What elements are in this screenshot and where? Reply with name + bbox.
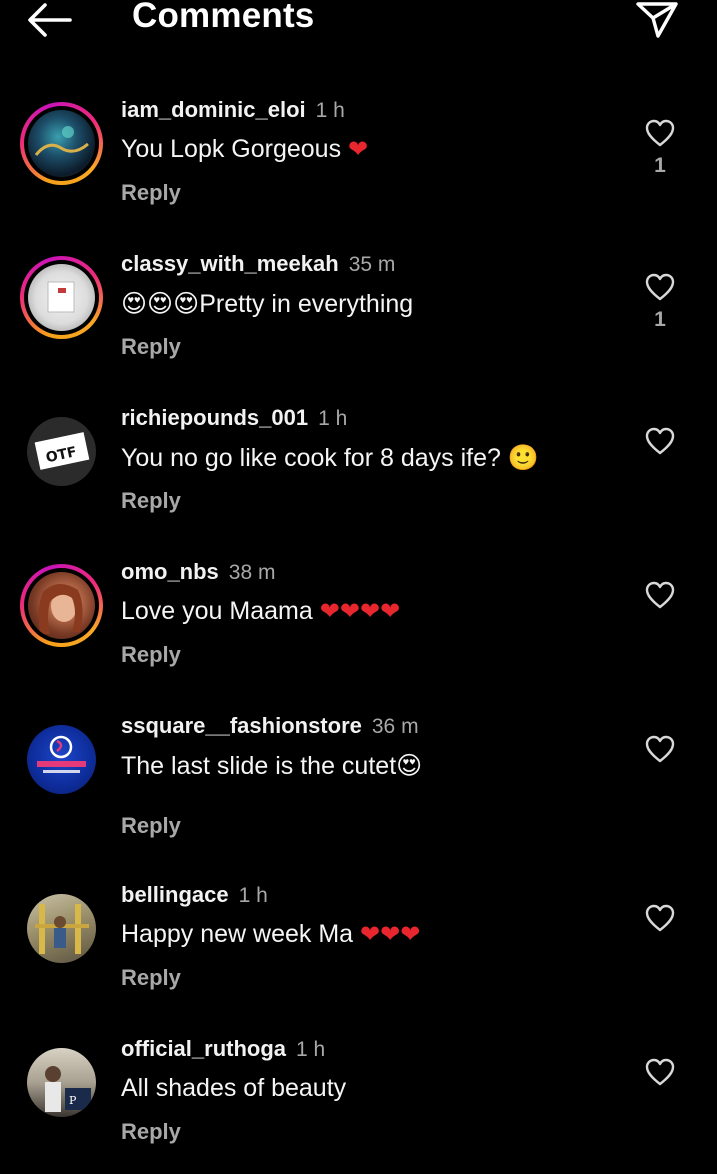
comment-username[interactable]: iam_dominic_eloi 1 h — [121, 97, 345, 123]
comment-username[interactable]: omo_nbs 38 m — [121, 559, 275, 585]
comment-time: 1 h — [318, 407, 348, 430]
arrow-left-icon[interactable] — [26, 2, 72, 38]
reply-button[interactable]: Reply — [121, 488, 181, 514]
like-count: 1 — [654, 154, 666, 177]
like-heart-icon[interactable] — [645, 735, 675, 763]
paper-plane-icon[interactable] — [634, 0, 680, 40]
reply-button[interactable]: Reply — [121, 334, 181, 360]
comment-time: 36 m — [371, 715, 419, 738]
reply-button[interactable]: Reply — [121, 642, 181, 668]
avatar[interactable] — [20, 102, 103, 185]
like-heart-icon[interactable] — [645, 904, 675, 932]
avatar[interactable]: P — [27, 1048, 96, 1117]
heart-emoji: ❤❤❤❤ — [319, 597, 401, 625]
avatar[interactable] — [27, 894, 96, 963]
comment-item: classy_with_meekah 35 m 😍😍😍Pretty in ever… — [0, 251, 717, 406]
comment-username[interactable]: official_ruthoga 1 h — [121, 1036, 325, 1062]
avatar[interactable]: OTF — [27, 417, 96, 486]
comment-item: ssquare__fashionstore 36 m The last slide… — [0, 713, 717, 868]
comment-time: 35 m — [348, 253, 396, 276]
heart-eyes-emoji: 😍😍😍 — [121, 289, 200, 318]
comment-item: P official_ruthoga 1 h All shades of beau… — [0, 1036, 717, 1174]
heart-eyes-emoji: 😍 — [396, 751, 423, 780]
comment-time: 38 m — [228, 561, 276, 584]
comment-text: Happy new week Ma ❤❤❤ — [121, 920, 421, 948]
like-heart-icon[interactable] — [645, 1058, 675, 1086]
like-heart-icon[interactable] — [645, 119, 675, 147]
like-count: 1 — [654, 308, 666, 331]
reply-button[interactable]: Reply — [121, 1119, 181, 1145]
comment-text: You no go like cook for 8 days ife? 🙂 — [121, 443, 539, 472]
comment-text: You Lopk Gorgeous ❤ — [121, 135, 369, 163]
comment-text: The last slide is the cutet😍 — [121, 751, 423, 780]
like-heart-icon[interactable] — [645, 273, 675, 301]
comment-username[interactable]: richiepounds_001 1 h — [121, 405, 347, 431]
like-heart-icon[interactable] — [645, 581, 675, 609]
comment-text: 😍😍😍Pretty in everything — [121, 289, 414, 318]
comment-time: 1 h — [315, 99, 345, 122]
comments-screen: Comments iam_dominic_eloi 1 h You Lopk Go… — [0, 0, 717, 1174]
comment-username[interactable]: classy_with_meekah 35 m — [121, 251, 395, 277]
comment-item: omo_nbs 38 m Love you Maama ❤❤❤❤ Reply — [0, 559, 717, 714]
reply-button[interactable]: Reply — [121, 965, 181, 991]
comment-text: All shades of beauty — [121, 1074, 347, 1102]
avatar[interactable] — [27, 725, 96, 794]
comment-username[interactable]: ssquare__fashionstore 36 m — [121, 713, 419, 739]
reply-button[interactable]: Reply — [121, 813, 181, 839]
heart-emoji: ❤❤❤ — [360, 920, 421, 948]
smile-emoji: 🙂 — [507, 443, 539, 472]
page-title: Comments — [132, 0, 315, 35]
avatar[interactable] — [20, 256, 103, 339]
svg-text:P: P — [69, 1094, 77, 1107]
comment-text: Love you Maama ❤❤❤❤ — [121, 597, 401, 625]
heart-emoji: ❤ — [348, 135, 369, 163]
comment-username[interactable]: bellingace 1 h — [121, 882, 268, 908]
comment-item: bellingace 1 h Happy new week Ma ❤❤❤ Repl… — [0, 882, 717, 1037]
header: Comments — [0, 0, 717, 60]
reply-button[interactable]: Reply — [121, 180, 181, 206]
comment-time: 1 h — [238, 884, 268, 907]
like-heart-icon[interactable] — [645, 427, 675, 455]
comment-item: OTF richiepounds_001 1 h You no go like c… — [0, 405, 717, 560]
comment-time: 1 h — [296, 1038, 326, 1061]
avatar[interactable] — [20, 564, 103, 647]
comment-item: iam_dominic_eloi 1 h You Lopk Gorgeous ❤ … — [0, 97, 717, 252]
